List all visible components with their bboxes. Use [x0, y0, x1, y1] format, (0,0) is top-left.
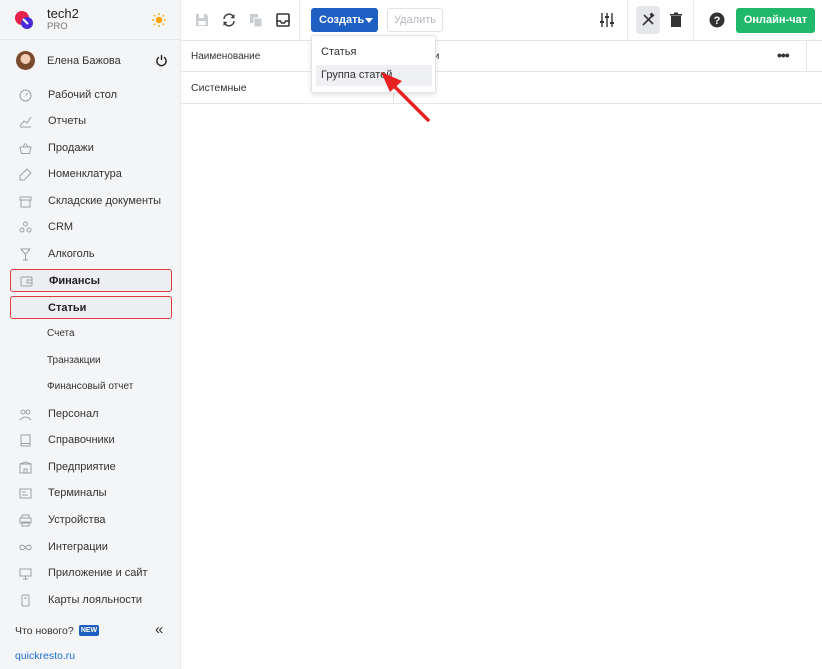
toolbar-divider — [627, 0, 628, 40]
wallet-icon — [20, 276, 33, 287]
sidebar-item-app-site[interactable]: Приложение и сайт — [10, 562, 172, 585]
people-icon — [19, 221, 32, 233]
infinity-icon — [19, 544, 32, 551]
sidebar-item-sales[interactable]: Продажи — [10, 137, 172, 160]
new-badge: NEW — [79, 625, 99, 636]
settings-sliders-icon[interactable] — [599, 12, 615, 28]
sidebar-item-label: Алкоголь — [48, 248, 95, 260]
more-options-icon[interactable]: ••• — [777, 47, 790, 63]
sidebar-item-label: Транзакции — [47, 355, 101, 366]
create-button[interactable]: Создать — [311, 8, 378, 32]
column-header-name[interactable]: Наименование — [191, 51, 260, 62]
sidebar-subitem-transactions[interactable]: Транзакции — [10, 350, 172, 373]
avatar[interactable] — [16, 51, 35, 70]
sidebar-item-loyalty-cards[interactable]: Карты лояльности — [10, 589, 172, 612]
card-icon — [21, 594, 30, 607]
sidebar-item-label: Интеграции — [48, 541, 108, 553]
brand-name: tech2 — [47, 6, 79, 21]
box-icon — [19, 196, 32, 208]
table-row[interactable]: Системные — [181, 72, 822, 104]
sidebar-item-label: Приложение и сайт — [48, 567, 148, 579]
sidebar-item-devices[interactable]: Устройства — [10, 509, 172, 532]
inbox-icon[interactable] — [275, 12, 291, 28]
brand-plan: PRO — [47, 21, 68, 32]
theme-sun-icon[interactable] — [151, 12, 167, 28]
sidebar-item-label: Персонал — [48, 408, 99, 420]
sidebar-item-nomenclature[interactable]: Номенклатура — [10, 163, 172, 186]
save-icon[interactable] — [194, 12, 210, 28]
sidebar-subitem-accounts[interactable]: Счета — [10, 323, 172, 346]
sidebar-item-label: Отчеты — [48, 115, 87, 127]
annotation-arrow-icon — [381, 72, 430, 122]
basket-icon — [19, 143, 32, 154]
sidebar-item-warehouse-docs[interactable]: Складские документы — [10, 190, 172, 213]
refresh-icon[interactable] — [221, 12, 237, 28]
tag-icon — [19, 168, 32, 181]
column-divider — [806, 41, 807, 72]
site-link[interactable]: quickresto.ru — [15, 650, 75, 662]
sidebar-item-label: Номенклатура — [48, 168, 122, 180]
online-chat-button[interactable]: Онлайн-чат — [736, 8, 815, 33]
chevron-down-icon — [365, 18, 373, 23]
sidebar-item-alcohol[interactable]: Алкоголь — [10, 243, 172, 266]
tools-icon[interactable] — [640, 12, 656, 28]
book-icon — [20, 434, 31, 447]
sidebar-item-label: Финансовый отчет — [47, 381, 134, 392]
sidebar-item-label: Счета — [47, 328, 75, 339]
whats-new-link[interactable]: Что нового? — [15, 625, 74, 637]
sidebar-item-references[interactable]: Справочники — [10, 429, 172, 452]
sidebar-item-label: Карты лояльности — [48, 594, 143, 606]
toolbar: Создать Удалить ? Онлайн-чат — [181, 0, 822, 41]
create-button-label: Создать — [319, 14, 365, 26]
table-header: Наименование тьи ••• — [181, 41, 822, 72]
sidebar-item-enterprise[interactable]: Предприятие — [10, 456, 172, 479]
help-icon[interactable]: ? — [709, 12, 725, 28]
sidebar-item-label: Справочники — [48, 434, 115, 446]
sidebar-item-crm[interactable]: CRM — [10, 216, 172, 239]
chart-icon — [19, 116, 32, 128]
sidebar-subitem-financial-report[interactable]: Финансовый отчет — [10, 376, 172, 399]
building-icon — [19, 461, 32, 474]
toolbar-divider — [299, 0, 300, 40]
delete-button[interactable]: Удалить — [387, 8, 443, 32]
sidebar-item-staff[interactable]: Персонал — [10, 403, 172, 426]
svg-text:?: ? — [714, 15, 721, 27]
sidebar-item-dashboard[interactable]: Рабочий стол — [10, 84, 172, 107]
sidebar-item-label: Рабочий стол — [48, 89, 118, 101]
menu-item-article[interactable]: Статья — [316, 42, 432, 63]
copy-icon[interactable] — [248, 12, 264, 28]
user-name: Елена Бажова — [47, 55, 121, 67]
sidebar-item-reports[interactable]: Отчеты — [10, 110, 172, 133]
sidebar-item-label: Устройства — [48, 514, 106, 526]
sidebar-item-terminals[interactable]: Терминалы — [10, 482, 172, 505]
brand-logo-icon[interactable] — [14, 10, 34, 30]
user-profile[interactable]: Елена Бажова — [0, 48, 181, 74]
power-icon[interactable] — [155, 54, 168, 67]
sidebar-item-label: Продажи — [48, 142, 94, 154]
terminal-icon — [19, 488, 32, 499]
trash-icon[interactable] — [668, 12, 684, 28]
sidebar-item-label: Складские документы — [48, 195, 162, 207]
collapse-sidebar-icon[interactable]: « — [155, 621, 164, 638]
printer-icon — [19, 514, 32, 527]
dashboard-icon — [19, 89, 32, 102]
staff-icon — [19, 409, 32, 421]
sidebar-item-label: Статьи — [48, 302, 87, 314]
sidebar-item-label: Финансы — [49, 275, 101, 287]
cell-name: Системные — [191, 82, 247, 94]
sidebar-item-label: Предприятие — [48, 461, 116, 473]
monitor-icon — [19, 568, 32, 580]
sidebar: tech2 PRO Елена Бажова Рабочий стол Отче… — [0, 0, 181, 669]
sidebar-subitem-articles[interactable]: Статьи — [10, 296, 172, 319]
glass-icon — [19, 248, 32, 261]
sidebar-item-label: CRM — [48, 221, 74, 233]
brand-header: tech2 PRO — [0, 0, 181, 40]
sidebar-item-integrations[interactable]: Интеграции — [10, 536, 172, 559]
toolbar-divider — [693, 0, 694, 40]
sidebar-item-finance[interactable]: Финансы — [10, 269, 172, 292]
sidebar-item-label: Терминалы — [48, 487, 107, 499]
